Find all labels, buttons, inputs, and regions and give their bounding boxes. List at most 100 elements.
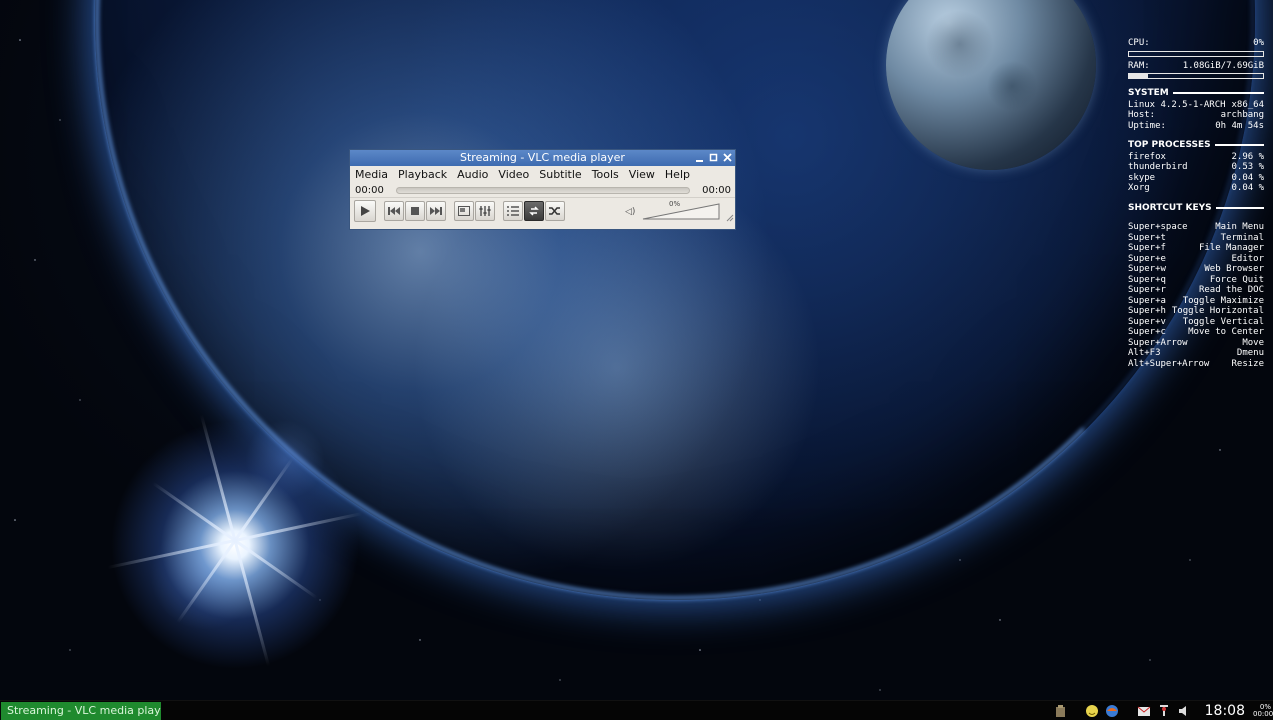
shortcut-row: Super+t Terminal xyxy=(1128,233,1264,244)
shortcut-row-key: Super+h xyxy=(1128,306,1166,316)
chat-icon[interactable] xyxy=(1085,704,1099,718)
cpu-label: CPU: xyxy=(1128,38,1150,48)
extended-settings-icon xyxy=(479,205,491,216)
shortcut-list: Super+space Main Menu Super+t Terminal Super… xyxy=(1128,222,1264,369)
shortcut-row-value: Force Quit xyxy=(1209,274,1264,285)
process-list: firefox 2.96 % thunderbird 0.53 % skype 0.04 … xyxy=(1128,152,1264,194)
shortcut-row-value: Move to Center xyxy=(1188,327,1264,337)
system-row-key: Linux 4.2.5-1-ARCH xyxy=(1128,99,1226,110)
shortcut-row: Super+r Read the DOC xyxy=(1128,285,1264,296)
speaker-icon[interactable]: ◁) xyxy=(625,207,635,217)
shortcut-row-key: Super+e xyxy=(1128,253,1166,264)
fullscreen-button[interactable] xyxy=(454,200,474,221)
next-button[interactable] xyxy=(426,200,446,221)
playlist-icon xyxy=(507,205,519,216)
shortcuts-header-label: SHORTCUT KEYS xyxy=(1128,202,1212,213)
shortcut-row-value: Dmenu xyxy=(1236,348,1264,358)
menu-subtitle[interactable]: Subtitle xyxy=(539,166,581,183)
play-button[interactable] xyxy=(354,199,376,222)
shortcut-row: Super+f File Manager xyxy=(1128,243,1264,254)
process-row-value: 2.96 % xyxy=(1231,151,1264,162)
shortcut-row-key: Alt+F3 xyxy=(1128,348,1161,358)
ram-value: 1.08GiB/7.69GiB xyxy=(1182,60,1264,71)
menu-help[interactable]: Help xyxy=(665,166,690,183)
vlc-window[interactable]: Streaming - VLC media player Media Playba… xyxy=(349,149,736,230)
loop-button[interactable] xyxy=(524,200,544,221)
system-row-key: Uptime: xyxy=(1128,120,1166,131)
menu-playback[interactable]: Playback xyxy=(398,166,447,183)
shortcut-row: Super+h Toggle Horizontal xyxy=(1128,306,1264,317)
previous-button[interactable] xyxy=(384,200,404,221)
ram-row: RAM: 1.08GiB/7.69GiB xyxy=(1128,61,1264,72)
system-info-list: Linux 4.2.5-1-ARCH x86_64 Host: archbang Upt… xyxy=(1128,100,1264,132)
minimize-button[interactable] xyxy=(695,150,704,166)
process-row-key: firefox xyxy=(1128,151,1166,162)
close-button[interactable] xyxy=(723,150,732,166)
processes-header: TOP PROCESSES xyxy=(1128,140,1264,151)
shortcut-row-key: Super+space xyxy=(1128,222,1188,232)
mail-icon[interactable] xyxy=(1137,704,1151,718)
process-row-value: 0.04 % xyxy=(1231,183,1264,193)
shortcut-row: Super+e Editor xyxy=(1128,254,1264,265)
package-update-icon[interactable] xyxy=(1053,704,1067,718)
shortcut-row: Super+space Main Menu xyxy=(1128,222,1264,233)
window-title: Streaming - VLC media player xyxy=(460,151,625,164)
shortcut-row-value: Editor xyxy=(1231,253,1264,264)
maximize-button[interactable] xyxy=(709,150,718,166)
processes-header-label: TOP PROCESSES xyxy=(1128,140,1211,150)
play-icon xyxy=(361,205,370,216)
shortcut-row: Super+a Toggle Maximize xyxy=(1128,296,1264,307)
close-icon xyxy=(723,153,732,162)
volume-slider[interactable]: ◁) 0% xyxy=(625,200,723,221)
system-row-value: 0h 4m 54s xyxy=(1215,120,1264,131)
browser-icon[interactable] xyxy=(1105,704,1119,718)
shortcut-row-key: Super+f xyxy=(1128,243,1166,253)
process-row: thunderbird 0.53 % xyxy=(1128,162,1264,173)
system-header: SYSTEM xyxy=(1128,88,1264,99)
resize-grip-icon[interactable] xyxy=(726,214,734,222)
next-icon xyxy=(430,206,442,215)
menu-media[interactable]: Media xyxy=(355,166,388,183)
vlc-titlebar[interactable]: Streaming - VLC media player xyxy=(350,150,735,166)
volume-icon[interactable] xyxy=(1177,704,1191,718)
minimize-icon xyxy=(696,160,703,162)
system-header-label: SYSTEM xyxy=(1128,88,1169,98)
menu-bar: Media Playback Audio Video Subtitle Tools View… xyxy=(350,166,735,183)
system-row-key: Host: xyxy=(1128,110,1156,120)
cpu-row: CPU: 0% xyxy=(1128,38,1264,49)
cpu-bar xyxy=(1128,50,1264,57)
menu-tools[interactable]: Tools xyxy=(592,166,619,183)
menu-view[interactable]: View xyxy=(629,166,655,183)
task-vlc[interactable]: Streaming - VLC media player xyxy=(1,702,161,720)
shortcut-row-key: Super+a xyxy=(1128,295,1166,306)
volume-triangle xyxy=(642,203,720,220)
process-row-key: skype xyxy=(1128,172,1156,183)
shortcut-row-value: Toggle Maximize xyxy=(1182,295,1264,306)
previous-icon xyxy=(388,206,400,215)
cpu-mini-monitor: 0% 00:00 xyxy=(1253,704,1273,718)
shuffle-button[interactable] xyxy=(545,200,565,221)
stop-button[interactable] xyxy=(405,200,425,221)
shortcut-row: Super+c Move to Center xyxy=(1128,327,1264,338)
system-row: Uptime: 0h 4m 54s xyxy=(1128,121,1264,132)
menu-audio[interactable]: Audio xyxy=(457,166,488,183)
time-total[interactable]: 00:00 xyxy=(702,185,731,196)
process-row-key: Xorg xyxy=(1128,183,1150,193)
ram-bar-fill xyxy=(1129,74,1148,78)
shortcut-row: Super+q Force Quit xyxy=(1128,275,1264,286)
shortcut-row-key: Alt+Super+Arrow xyxy=(1128,358,1210,369)
shortcut-row: Super+w Web Browser xyxy=(1128,264,1264,275)
clock[interactable]: 18:08 xyxy=(1205,703,1245,719)
stop-icon xyxy=(411,206,419,215)
network-icon[interactable] xyxy=(1157,704,1171,718)
system-row-value: archbang xyxy=(1220,110,1264,120)
playlist-button[interactable] xyxy=(503,200,523,221)
shortcut-row-key: Super+v xyxy=(1128,316,1166,327)
maximize-icon xyxy=(709,153,718,162)
shortcut-row: Super+v Toggle Vertical xyxy=(1128,317,1264,328)
menu-video[interactable]: Video xyxy=(498,166,529,183)
seek-slider[interactable] xyxy=(395,186,691,194)
shortcut-row-value: Toggle Horizontal xyxy=(1171,306,1264,316)
fullscreen-icon xyxy=(458,205,470,216)
extended-settings-button[interactable] xyxy=(475,200,495,221)
